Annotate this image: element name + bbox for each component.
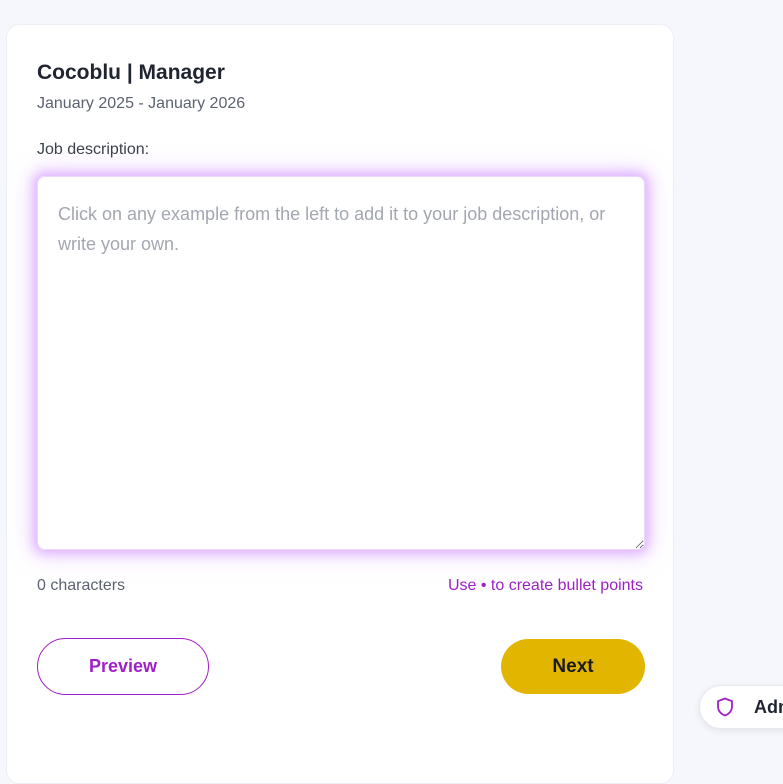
job-description-label: Job description: (37, 141, 150, 158)
shield-icon (716, 697, 734, 717)
job-title: Cocoblu | Manager (37, 61, 225, 84)
job-description-field-wrapper (37, 176, 645, 550)
admin-label: Admin (754, 696, 783, 717)
job-description-textarea[interactable] (37, 176, 645, 550)
next-button[interactable]: Next (501, 639, 645, 694)
job-description-card: Cocoblu | Manager January 2025 - January… (6, 24, 674, 784)
admin-button[interactable]: Admin (699, 685, 783, 729)
job-dates: January 2025 - January 2026 (37, 95, 246, 112)
preview-button[interactable]: Preview (37, 638, 209, 695)
character-count: 0 characters (37, 577, 126, 594)
bullet-points-hint: Use • to create bullet points (447, 577, 643, 594)
